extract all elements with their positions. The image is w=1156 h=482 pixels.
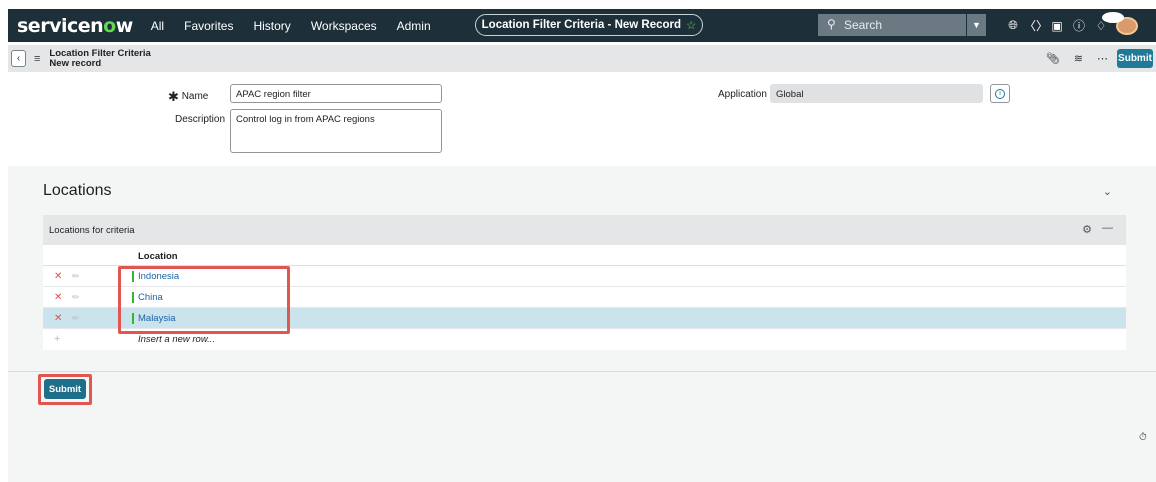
notification-badge: 8: [1102, 11, 1124, 26]
related-list-header: Locations for criteria ⚙ —: [43, 215, 1126, 245]
description-label: Description: [175, 114, 226, 125]
servicenow-logo[interactable]: servicenow: [17, 15, 133, 37]
search-icon: ⚲: [827, 17, 836, 31]
description-field[interactable]: Control log in from APAC regions: [230, 109, 442, 153]
search-scope-dropdown[interactable]: ▼: [966, 14, 986, 36]
global-search[interactable]: ⚲ Search ▼: [818, 14, 986, 36]
timer-icon[interactable]: ⏱︎: [1139, 432, 1147, 443]
back-button[interactable]: ‹: [11, 50, 26, 67]
nav-history[interactable]: History: [253, 19, 290, 33]
info-icon: i: [995, 88, 1005, 99]
name-field[interactable]: APAC region filter: [230, 84, 442, 103]
nav-admin[interactable]: Admin: [397, 19, 431, 33]
record-title-pill[interactable]: Location Filter Criteria - New Record ☆: [475, 14, 703, 36]
more-options-icon[interactable]: ⋯: [1097, 52, 1108, 65]
table-header: Location: [43, 245, 1126, 266]
application-info-button[interactable]: i: [990, 84, 1010, 103]
nav-links: All Favorites History Workspaces Admin: [151, 19, 451, 33]
search-input[interactable]: Search: [844, 18, 882, 32]
chevron-left-icon: ‹: [16, 53, 21, 64]
form-title-table: Location Filter Criteria: [49, 47, 151, 59]
form-title-record: New record: [49, 57, 102, 69]
help-icon[interactable]: ⓘ: [1068, 17, 1090, 34]
edit-pencil-icon[interactable]: ✏︎: [72, 271, 80, 282]
related-list-title: Locations for criteria: [49, 225, 135, 236]
top-nav-icons: 🌐︎ 〈〉 ▣ ⓘ ♢ 8: [1002, 9, 1138, 42]
divider: [8, 371, 1156, 372]
record-title: Location Filter Criteria - New Record: [481, 19, 682, 31]
delete-row-icon[interactable]: ✕: [54, 313, 62, 324]
bell-icon[interactable]: ♢ 8: [1090, 11, 1124, 33]
favorite-star-icon[interactable]: ☆: [686, 18, 696, 32]
insert-row-label[interactable]: Insert a new row...: [138, 334, 215, 345]
nav-favorites[interactable]: Favorites: [184, 19, 233, 33]
attachment-icon[interactable]: 📎︎: [1046, 52, 1060, 65]
gear-icon[interactable]: ⚙: [1082, 223, 1092, 236]
globe-icon[interactable]: 🌐︎: [1002, 18, 1024, 33]
edit-pencil-icon[interactable]: ✏︎: [72, 313, 80, 324]
header-icons: 📎︎ ≋ ⋯: [1032, 45, 1108, 72]
delete-row-icon[interactable]: ✕: [54, 271, 62, 282]
name-label-text: Name: [181, 91, 209, 102]
add-row-icon[interactable]: +: [54, 333, 60, 345]
header-submit-button[interactable]: Submit: [1117, 49, 1153, 68]
application-label: Application: [718, 89, 767, 100]
highlight-box-submit: [38, 374, 92, 405]
form-header: ‹ ≡ Location Filter Criteria New record …: [8, 45, 1156, 72]
application-field: Global: [770, 84, 983, 103]
settings-sliders-icon[interactable]: ≋: [1074, 52, 1083, 65]
nav-all[interactable]: All: [151, 19, 164, 33]
locations-section-title: Locations: [43, 182, 112, 199]
delete-row-icon[interactable]: ✕: [54, 292, 62, 303]
nav-workspaces[interactable]: Workspaces: [311, 19, 377, 33]
column-header-location[interactable]: Location: [138, 251, 178, 262]
form-title: Location Filter Criteria New record: [49, 47, 151, 69]
highlight-box-locations: [118, 266, 290, 334]
collapse-icon[interactable]: —: [1102, 222, 1113, 234]
chevron-down-icon[interactable]: ⌄: [1103, 185, 1112, 198]
context-menu-icon[interactable]: ≡: [34, 53, 40, 65]
mandatory-asterisk-icon: ✱: [168, 89, 179, 104]
edit-pencil-icon[interactable]: ✏︎: [72, 292, 80, 303]
name-label: ✱ Name: [168, 89, 208, 105]
inbox-icon[interactable]: ▣: [1046, 19, 1068, 33]
chat-icon[interactable]: 〈〉: [1024, 17, 1048, 34]
top-nav: servicenow All Favorites History Workspa…: [8, 9, 1156, 42]
